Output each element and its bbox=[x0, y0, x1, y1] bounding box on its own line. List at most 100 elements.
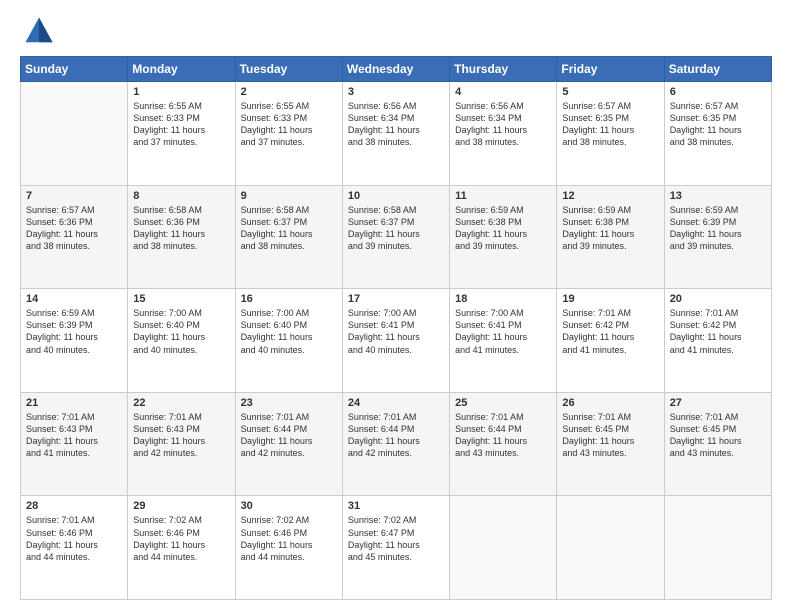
weekday-header-wednesday: Wednesday bbox=[342, 57, 449, 82]
day-number: 15 bbox=[133, 293, 229, 305]
week-row-5: 28 Sunrise: 7:01 AM Sunset: 6:46 PM Dayli… bbox=[21, 496, 772, 600]
day-number: 3 bbox=[348, 86, 444, 98]
calendar-cell: 6 Sunrise: 6:57 AM Sunset: 6:35 PM Daylig… bbox=[664, 82, 771, 186]
calendar-cell: 17 Sunrise: 7:00 AM Sunset: 6:41 PM Dayli… bbox=[342, 289, 449, 393]
cell-content: Sunrise: 7:01 AM Sunset: 6:42 PM Dayligh… bbox=[562, 307, 658, 356]
calendar-cell: 2 Sunrise: 6:55 AM Sunset: 6:33 PM Daylig… bbox=[235, 82, 342, 186]
cell-content: Sunrise: 6:59 AM Sunset: 6:38 PM Dayligh… bbox=[562, 204, 658, 253]
calendar-table: SundayMondayTuesdayWednesdayThursdayFrid… bbox=[20, 56, 772, 600]
calendar-cell: 9 Sunrise: 6:58 AM Sunset: 6:37 PM Daylig… bbox=[235, 185, 342, 289]
week-row-1: 1 Sunrise: 6:55 AM Sunset: 6:33 PM Daylig… bbox=[21, 82, 772, 186]
cell-content: Sunrise: 6:57 AM Sunset: 6:35 PM Dayligh… bbox=[670, 100, 766, 149]
cell-content: Sunrise: 6:56 AM Sunset: 6:34 PM Dayligh… bbox=[455, 100, 551, 149]
cell-content: Sunrise: 7:01 AM Sunset: 6:46 PM Dayligh… bbox=[26, 514, 122, 563]
calendar-cell: 26Sunrise: 7:01 AM Sunset: 6:45 PM Dayli… bbox=[557, 392, 664, 496]
day-number: 16 bbox=[241, 293, 337, 305]
cell-content: Sunrise: 7:01 AM Sunset: 6:42 PM Dayligh… bbox=[670, 307, 766, 356]
cell-content: Sunrise: 6:57 AM Sunset: 6:36 PM Dayligh… bbox=[26, 204, 122, 253]
calendar-cell: 19 Sunrise: 7:01 AM Sunset: 6:42 PM Dayli… bbox=[557, 289, 664, 393]
cell-content: Sunrise: 6:59 AM Sunset: 6:39 PM Dayligh… bbox=[670, 204, 766, 253]
calendar-cell: 18 Sunrise: 7:00 AM Sunset: 6:41 PM Dayli… bbox=[450, 289, 557, 393]
day-number: 20 bbox=[670, 293, 766, 305]
calendar-cell: 1Sunrise: 6:55 AM Sunset: 6:33 PM Daylig… bbox=[128, 82, 235, 186]
weekday-header-row: SundayMondayTuesdayWednesdayThursdayFrid… bbox=[21, 57, 772, 82]
calendar-cell: 25 Sunrise: 7:01 AM Sunset: 6:44 PM Dayli… bbox=[450, 392, 557, 496]
calendar-cell: 10 Sunrise: 6:58 AM Sunset: 6:37 PM Dayli… bbox=[342, 185, 449, 289]
day-number: 30 bbox=[241, 500, 337, 512]
page: SundayMondayTuesdayWednesdayThursdayFrid… bbox=[0, 0, 792, 612]
day-number: 23 bbox=[241, 397, 337, 409]
weekday-header-tuesday: Tuesday bbox=[235, 57, 342, 82]
cell-content: Sunrise: 6:56 AM Sunset: 6:34 PM Dayligh… bbox=[348, 100, 444, 149]
cell-content: Sunrise: 7:01 AM Sunset: 6:44 PM Dayligh… bbox=[455, 411, 551, 460]
day-number: 19 bbox=[562, 293, 658, 305]
cell-content: Sunrise: 6:59 AM Sunset: 6:39 PM Dayligh… bbox=[26, 307, 122, 356]
cell-content: Sunrise: 7:00 AM Sunset: 6:41 PM Dayligh… bbox=[348, 307, 444, 356]
day-number: 2 bbox=[241, 86, 337, 98]
calendar-cell: 14 Sunrise: 6:59 AM Sunset: 6:39 PM Dayli… bbox=[21, 289, 128, 393]
calendar-cell bbox=[557, 496, 664, 600]
calendar-cell bbox=[21, 82, 128, 186]
cell-content: Sunrise: 6:58 AM Sunset: 6:37 PM Dayligh… bbox=[241, 204, 337, 253]
day-number: 27 bbox=[670, 397, 766, 409]
day-number: 13 bbox=[670, 190, 766, 202]
calendar-cell: 24 Sunrise: 7:01 AM Sunset: 6:44 PM Dayli… bbox=[342, 392, 449, 496]
cell-content: Sunrise: 6:58 AM Sunset: 6:37 PM Dayligh… bbox=[348, 204, 444, 253]
day-number: 14 bbox=[26, 293, 122, 305]
cell-content: Sunrise: 7:02 AM Sunset: 6:46 PM Dayligh… bbox=[133, 514, 229, 563]
day-number: 31 bbox=[348, 500, 444, 512]
day-number: 5 bbox=[562, 86, 658, 98]
day-number: 29 bbox=[133, 500, 229, 512]
header bbox=[20, 16, 772, 46]
cell-content: Sunrise: 7:01 AM Sunset: 6:43 PM Dayligh… bbox=[26, 411, 122, 460]
cell-content: Sunrise: 7:01 AM Sunset: 6:44 PM Dayligh… bbox=[348, 411, 444, 460]
day-number: 17 bbox=[348, 293, 444, 305]
cell-content: Sunrise: 6:58 AM Sunset: 6:36 PM Dayligh… bbox=[133, 204, 229, 253]
calendar-cell: 23 Sunrise: 7:01 AM Sunset: 6:44 PM Dayli… bbox=[235, 392, 342, 496]
day-number: 26 bbox=[562, 397, 658, 409]
calendar-cell: 27Sunrise: 7:01 AM Sunset: 6:45 PM Dayli… bbox=[664, 392, 771, 496]
day-number: 1 bbox=[133, 86, 229, 98]
day-number: 12 bbox=[562, 190, 658, 202]
calendar-cell: 31 Sunrise: 7:02 AM Sunset: 6:47 PM Dayli… bbox=[342, 496, 449, 600]
calendar-cell: 3 Sunrise: 6:56 AM Sunset: 6:34 PM Daylig… bbox=[342, 82, 449, 186]
cell-content: Sunrise: 7:00 AM Sunset: 6:41 PM Dayligh… bbox=[455, 307, 551, 356]
day-number: 7 bbox=[26, 190, 122, 202]
cell-content: Sunrise: 6:57 AM Sunset: 6:35 PM Dayligh… bbox=[562, 100, 658, 149]
calendar-cell: 29 Sunrise: 7:02 AM Sunset: 6:46 PM Dayli… bbox=[128, 496, 235, 600]
day-number: 18 bbox=[455, 293, 551, 305]
cell-content: Sunrise: 7:00 AM Sunset: 6:40 PM Dayligh… bbox=[241, 307, 337, 356]
cell-content: Sunrise: 7:01 AM Sunset: 6:43 PM Dayligh… bbox=[133, 411, 229, 460]
cell-content: Sunrise: 7:01 AM Sunset: 6:44 PM Dayligh… bbox=[241, 411, 337, 460]
day-number: 8 bbox=[133, 190, 229, 202]
calendar-cell: 4Sunrise: 6:56 AM Sunset: 6:34 PM Daylig… bbox=[450, 82, 557, 186]
cell-content: Sunrise: 7:00 AM Sunset: 6:40 PM Dayligh… bbox=[133, 307, 229, 356]
logo bbox=[20, 16, 54, 46]
cell-content: Sunrise: 7:02 AM Sunset: 6:47 PM Dayligh… bbox=[348, 514, 444, 563]
calendar-cell: 22 Sunrise: 7:01 AM Sunset: 6:43 PM Dayli… bbox=[128, 392, 235, 496]
weekday-header-thursday: Thursday bbox=[450, 57, 557, 82]
calendar-cell: 30Sunrise: 7:02 AM Sunset: 6:46 PM Dayli… bbox=[235, 496, 342, 600]
calendar-cell: 16 Sunrise: 7:00 AM Sunset: 6:40 PM Dayli… bbox=[235, 289, 342, 393]
weekday-header-friday: Friday bbox=[557, 57, 664, 82]
week-row-2: 7 Sunrise: 6:57 AM Sunset: 6:36 PM Daylig… bbox=[21, 185, 772, 289]
day-number: 24 bbox=[348, 397, 444, 409]
calendar-cell: 21 Sunrise: 7:01 AM Sunset: 6:43 PM Dayli… bbox=[21, 392, 128, 496]
calendar-cell: 7 Sunrise: 6:57 AM Sunset: 6:36 PM Daylig… bbox=[21, 185, 128, 289]
day-number: 22 bbox=[133, 397, 229, 409]
cell-content: Sunrise: 6:59 AM Sunset: 6:38 PM Dayligh… bbox=[455, 204, 551, 253]
calendar-cell: 8 Sunrise: 6:58 AM Sunset: 6:36 PM Daylig… bbox=[128, 185, 235, 289]
day-number: 28 bbox=[26, 500, 122, 512]
calendar-cell: 28 Sunrise: 7:01 AM Sunset: 6:46 PM Dayli… bbox=[21, 496, 128, 600]
day-number: 25 bbox=[455, 397, 551, 409]
cell-content: Sunrise: 6:55 AM Sunset: 6:33 PM Dayligh… bbox=[241, 100, 337, 149]
day-number: 21 bbox=[26, 397, 122, 409]
day-number: 6 bbox=[670, 86, 766, 98]
calendar-cell: 5 Sunrise: 6:57 AM Sunset: 6:35 PM Daylig… bbox=[557, 82, 664, 186]
calendar-cell: 13 Sunrise: 6:59 AM Sunset: 6:39 PM Dayli… bbox=[664, 185, 771, 289]
day-number: 10 bbox=[348, 190, 444, 202]
day-number: 11 bbox=[455, 190, 551, 202]
day-number: 9 bbox=[241, 190, 337, 202]
weekday-header-saturday: Saturday bbox=[664, 57, 771, 82]
weekday-header-monday: Monday bbox=[128, 57, 235, 82]
